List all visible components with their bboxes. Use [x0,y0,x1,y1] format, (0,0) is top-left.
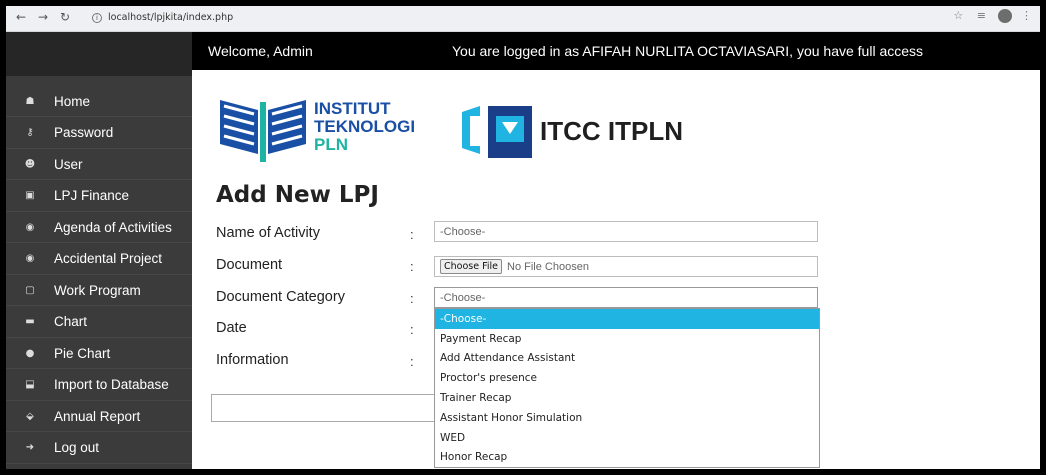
menu-icon[interactable]: ⋮ [1021,9,1032,22]
document-file-input[interactable]: Choose File No File Choosen [434,256,818,277]
dropdown-option[interactable]: Honor Recap [435,448,819,468]
sidebar-header [6,32,192,76]
eye-icon: ◉ [25,221,35,233]
logo-line-2: TEKNOLOGI [314,117,416,136]
document-category-select[interactable]: -Choose- [434,287,818,308]
sidebar-item-lpj-finance[interactable]: ▣ LPJ Finance [6,181,192,212]
sidebar-item-label: Annual Report [54,408,141,424]
dropdown-option[interactable]: Payment Recap [435,329,819,349]
forward-arrow-icon[interactable]: → [38,10,48,24]
avatar[interactable] [997,9,1012,23]
sidebar-item-pie-chart[interactable]: ● Pie Chart [6,338,192,369]
pie-chart-icon: ● [25,347,35,359]
name-of-activity-label: Name of Activity [216,225,320,241]
sidebar-item-label: Import to Database [54,377,169,392]
sidebar-item-agenda-of-activities[interactable]: ◉ Agenda of Activities [6,212,192,243]
dropdown-option[interactable]: Add Attendance Assistant [435,349,819,369]
square-icon: ▢ [25,284,35,296]
dropdown-option[interactable]: WED [435,428,819,448]
sidebar-item-label: Password [54,125,114,140]
dropdown-option[interactable]: Assistant Honor Simulation [435,408,819,428]
date-label: Date [216,320,247,336]
browser-window: ← → ↻ i localhost/lpjkita/index.php ☆ ≡ ⋮… [6,6,1040,469]
itcc-logo-text: ITCC ITPLN [540,116,683,146]
sidebar-item-label: User [54,156,83,172]
colon: : [410,291,414,306]
sidebar-item-label: Agenda of Activities [54,219,172,235]
institut-logo-icon [220,100,306,162]
info-icon[interactable]: i [92,13,102,23]
name-of-activity-select[interactable]: -Choose- [434,221,818,242]
colon: : [410,322,414,337]
key-icon: ⚷ [26,127,34,138]
report-icon: ⬙ [26,410,34,422]
name-of-activity-value: -Choose- [440,225,486,238]
sidebar-item-annual-report[interactable]: ⬙ Annual Report [6,401,192,432]
sidebar-item-chart[interactable]: ▬ Chart [6,307,192,338]
sidebar-item-accidental-project[interactable]: ◉ Accidental Project [6,244,192,275]
sidebar-item-work-program[interactable]: ▢ Work Program [6,275,192,306]
dropdown-option[interactable]: Proctor's presence [435,368,819,388]
sidebar-item-label: Log out [54,440,100,455]
document-category-value: -Choose- [440,291,486,304]
extensions-icon[interactable]: ≡ [977,9,986,22]
document-file-value: No File Choosen [507,260,589,273]
browser-actions: ☆ ≡ ⋮ [953,9,1032,23]
sidebar-item-password[interactable]: ⚷ Password [6,118,192,149]
sidebar-item-label: Work Program [54,282,141,298]
sidebar-item-log-out[interactable]: ➜ Log out [6,433,192,464]
submit-button[interactable] [211,394,435,422]
url-text: localhost/lpjkita/index.php [108,12,234,23]
sidebar-item-import-to-database[interactable]: ⬓ Import to Database [6,370,192,401]
import-icon: ⬓ [25,379,35,390]
welcome-text: Welcome, Admin [208,43,313,59]
finance-icon: ▣ [25,190,35,201]
back-arrow-icon[interactable]: ← [16,10,26,24]
logo-line-1: INSTITUT [314,99,391,118]
choose-file-button[interactable]: Choose File [440,259,502,274]
colon: : [410,227,414,242]
institut-logo-text: INSTITUT TEKNOLOGI PLN [314,100,415,154]
dropdown-option[interactable]: Trainer Recap [435,388,819,408]
login-status-text: You are logged in as AFIFAH NURLITA OCTA… [452,43,924,59]
sidebar-item-user[interactable]: ☻ User [6,149,192,180]
logout-icon: ➜ [25,442,35,453]
users-icon: ☻ [24,158,36,170]
document-category-label: Document Category [216,289,345,305]
sidebar-item-home[interactable]: ☗ Home [6,86,192,117]
star-icon[interactable]: ☆ [953,9,963,22]
home-icon: ☗ [25,95,35,107]
sidebar-item-label: LPJ Finance [54,188,130,203]
colon: : [410,259,414,274]
information-label: Information [216,352,289,368]
colon: : [410,354,414,369]
logo-line-3: PLN [314,135,348,154]
itcc-logo-icon [462,106,532,158]
sidebar-item-label: Chart [54,314,88,329]
top-bar: Welcome, Admin You are logged in as AFIF… [192,32,1040,70]
document-category-dropdown: -Choose- Payment Recap Add Attendance Assi… [434,308,820,468]
sidebar-item-label: Accidental Project [54,251,163,266]
reload-icon[interactable]: ↻ [60,10,70,24]
browser-toolbar: ← → ↻ i localhost/lpjkita/index.php ☆ ≡ ⋮ [6,6,1040,32]
eye-icon: ◉ [25,253,35,264]
chart-icon: ▬ [25,316,35,327]
address-bar[interactable]: i localhost/lpjkita/index.php [92,12,233,23]
dropdown-option[interactable]: -Choose- [435,309,819,329]
document-label: Document [216,257,283,273]
sidebar-item-label: Pie Chart [54,345,111,361]
sidebar-item-label: Home [54,93,91,109]
page-title: Add New LPJ [216,182,379,208]
